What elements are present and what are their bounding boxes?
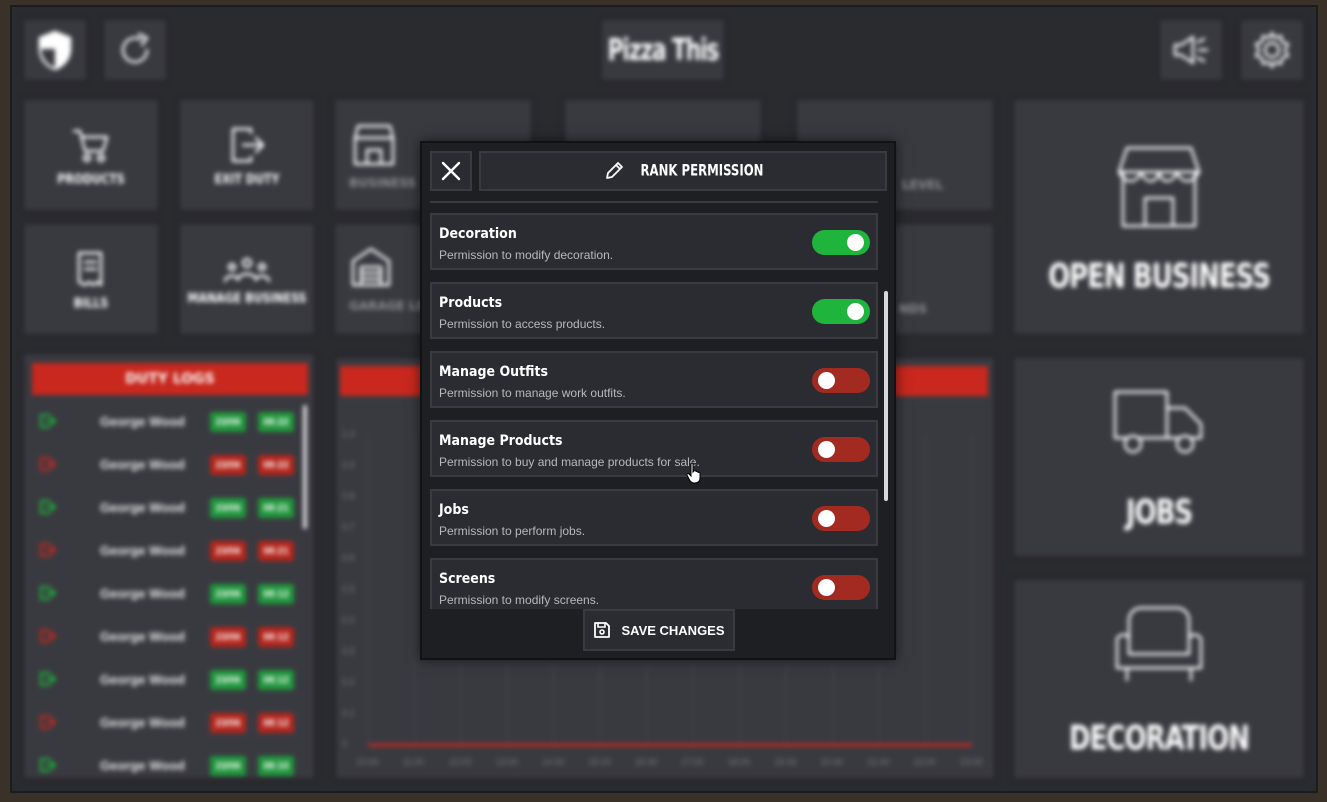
chart-y-tick: 0.2	[342, 677, 355, 687]
chart-x-tick: 23:00	[960, 757, 983, 767]
chart-x-tick: 11:00	[402, 757, 425, 767]
permission-row: Decoration Permission to modify decoratio…	[430, 213, 878, 270]
permission-scrollbar[interactable]	[884, 291, 888, 501]
permission-title: Jobs	[439, 502, 469, 518]
permission-title: Manage Products	[439, 433, 563, 449]
chart-x-tick: 15:00	[588, 757, 611, 767]
permission-title: Products	[439, 295, 503, 311]
chart-x-tick: 12:00	[448, 757, 472, 767]
modal-header: RANK PERMISSION	[479, 151, 887, 191]
chart-y-tick: 0.4	[342, 615, 355, 625]
chart-x-tick: 10:00	[356, 757, 379, 767]
save-changes-button[interactable]: SAVE CHANGES	[583, 609, 735, 651]
chart-y-tick: 0.6	[342, 553, 355, 563]
chart-y-tick: 1.0	[342, 429, 355, 439]
chart-y-tick: 0.7	[342, 522, 355, 532]
toggle-knob	[818, 579, 835, 596]
permission-toggle[interactable]	[812, 437, 870, 462]
chart-x-tick: 21:00	[867, 757, 890, 767]
permission-description: Permission to modify decoration.	[439, 248, 614, 262]
permission-row-partial	[430, 201, 878, 203]
permission-row: Screens Permission to modify screens.	[430, 558, 878, 609]
rank-permission-modal: RANK PERMISSION Decoration Permission to …	[420, 141, 896, 660]
permission-toggle[interactable]	[812, 506, 870, 531]
chart-x-tick: 19:00	[774, 757, 797, 767]
chart-y-tick: 0.1	[342, 708, 355, 718]
permission-description: Permission to buy and manage products fo…	[439, 455, 700, 469]
floppy-disk-icon	[594, 622, 611, 638]
chart-y-tick: 0.9	[342, 460, 355, 470]
chart-x-tick: 22:00	[913, 757, 937, 767]
toggle-knob	[818, 372, 835, 389]
close-button[interactable]	[430, 151, 472, 191]
toggle-knob	[818, 441, 835, 458]
chart-y-tick: 0	[342, 739, 348, 749]
permission-list[interactable]: Decoration Permission to modify decoratio…	[430, 201, 882, 609]
chart-x-tick: 17:00	[681, 757, 704, 767]
chart-x-tick: 16:00	[634, 757, 658, 767]
modal-title: RANK PERMISSION	[640, 162, 764, 180]
pencil-icon	[605, 162, 623, 179]
permission-row: Products Permission to access products.	[430, 282, 878, 339]
chart-y-tick: 0.3	[342, 646, 355, 656]
chart-x-tick: 20:00	[820, 757, 844, 767]
permission-title: Manage Outfits	[439, 364, 548, 380]
toggle-knob	[847, 303, 864, 320]
permission-row: Jobs Permission to perform jobs.	[430, 489, 878, 546]
permission-toggle[interactable]	[812, 299, 870, 324]
permission-row: Manage Products Permission to buy and man…	[430, 420, 878, 477]
permission-toggle[interactable]	[812, 230, 870, 255]
chart-y-tick: 0.8	[342, 491, 355, 501]
chart-x-tick: 14:00	[541, 757, 565, 767]
permission-title: Screens	[439, 571, 496, 587]
permission-toggle[interactable]	[812, 575, 870, 600]
permission-description: Permission to manage work outfits.	[439, 386, 626, 400]
permission-toggle[interactable]	[812, 368, 870, 393]
chart-y-tick: 0.5	[342, 584, 355, 594]
permission-row: Manage Outfits Permission to manage work …	[430, 351, 878, 408]
hand-cursor-icon	[686, 462, 701, 484]
close-icon	[441, 161, 461, 181]
permission-description: Permission to perform jobs.	[439, 524, 586, 538]
permission-title: Decoration	[439, 226, 517, 242]
toggle-knob	[847, 234, 864, 251]
toggle-knob	[818, 510, 835, 527]
permission-description: Permission to modify screens.	[439, 593, 600, 607]
chart-x-tick: 13:00	[495, 757, 518, 767]
permission-description: Permission to access products.	[439, 317, 606, 331]
chart-x-tick: 18:00	[727, 757, 751, 767]
